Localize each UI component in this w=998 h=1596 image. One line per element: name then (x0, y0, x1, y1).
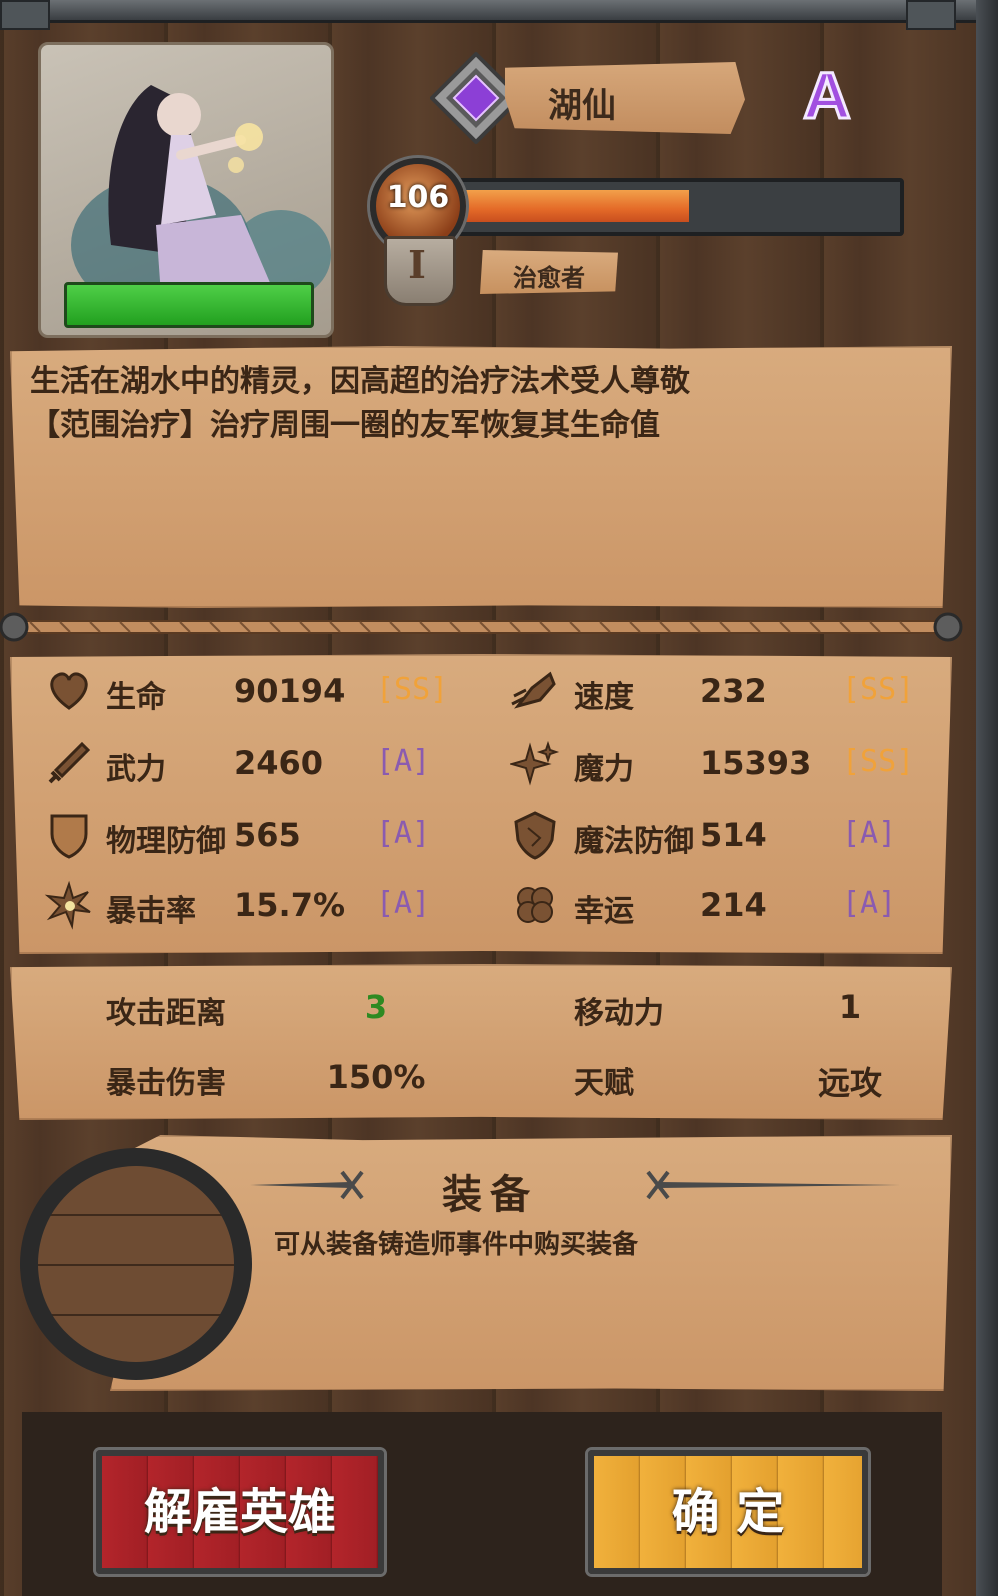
class-label: 治愈者 (513, 264, 585, 292)
stat-label: 物理防御 (106, 824, 226, 859)
combat-stat-value: 150% (326, 1058, 426, 1096)
dismiss-hero-button[interactable]: 解雇英雄 (96, 1450, 384, 1574)
confirm-label: 确 定 (671, 1484, 785, 1540)
stat-value: 15393 (700, 744, 812, 782)
stat-label: 魔力 (574, 752, 634, 787)
speed-fist-icon (510, 666, 560, 716)
stat-label: 幸运 (574, 894, 634, 929)
stat-grade: [SS] (376, 672, 449, 707)
tier-badge-numeral: I (408, 242, 426, 287)
combat-stat-label: 移动力 (574, 996, 664, 1031)
right-frame (976, 0, 998, 1596)
burst-icon (44, 880, 94, 930)
stat-value: 565 (234, 816, 301, 854)
stat-label: 暴击率 (106, 894, 196, 929)
heart-icon (44, 666, 94, 716)
stat-value: 514 (700, 816, 767, 854)
description-text: 生活在湖水中的精灵，因高超的治疗法术受人尊敬 【范围治疗】治疗周围一圈的友军恢复… (30, 360, 930, 448)
equipment-hint: 可从装备铸造师事件中购买装备 (274, 1230, 639, 1260)
stat-value: 2460 (234, 744, 324, 782)
stat-grade: [A] (376, 816, 431, 851)
combat-stat-label: 攻击距离 (106, 996, 226, 1031)
hero-level: 106 (386, 180, 450, 215)
stat-grade: [SS] (842, 672, 915, 707)
description-line-2: 【范围治疗】治疗周围一圈的友军恢复其生命值 (30, 408, 660, 443)
combat-stat-label: 暴击伤害 (106, 1066, 226, 1101)
stat-value: 214 (700, 886, 767, 924)
stat-label: 生命 (106, 680, 166, 715)
stat-value: 232 (700, 672, 767, 710)
stat-label: 速度 (574, 680, 634, 715)
dismiss-hero-label: 解雇英雄 (143, 1484, 336, 1540)
hero-name: 湖仙 (548, 86, 616, 126)
rank-badge-icon: A (802, 60, 853, 130)
stat-grade: [A] (842, 816, 897, 851)
stat-value: 90194 (234, 672, 346, 710)
rank-letter: A (803, 60, 851, 130)
stat-label: 武力 (106, 752, 166, 787)
name-banner (505, 62, 745, 134)
stat-label: 魔法防御 (574, 824, 694, 859)
clover-icon (510, 880, 560, 930)
frame-corner-left (0, 0, 50, 30)
equip-title-ornament-left (250, 1170, 364, 1200)
portrait-health-bar (64, 282, 314, 328)
shield-icon (44, 810, 94, 860)
equipment-title: 装备 (442, 1172, 538, 1218)
sword-icon (44, 738, 94, 788)
top-frame (0, 0, 998, 23)
stat-grade: [A] (376, 886, 431, 921)
equip-title-ornament-right (646, 1170, 900, 1200)
combat-stat-value: 3 (364, 988, 388, 1026)
combat-stat-value: 远攻 (817, 1064, 883, 1102)
stat-value: 15.7% (234, 886, 346, 924)
stat-grade: [A] (842, 886, 897, 921)
stat-grade: [A] (376, 744, 431, 779)
xp-bar-fill (450, 190, 689, 222)
equipment-slot[interactable] (38, 1166, 234, 1362)
combat-stat-value: 1 (838, 988, 862, 1026)
frame-corner-right (906, 0, 956, 30)
confirm-button[interactable]: 确 定 (588, 1450, 868, 1574)
magic-shield-icon (510, 810, 560, 860)
xp-bar (446, 178, 904, 236)
description-line-1: 生活在湖水中的精灵，因高超的治疗法术受人尊敬 (30, 364, 690, 399)
rope-divider (0, 612, 963, 642)
combat-stat-label: 天赋 (574, 1066, 634, 1101)
magic-sparkle-icon (508, 738, 560, 788)
stat-grade: [SS] (842, 744, 915, 779)
